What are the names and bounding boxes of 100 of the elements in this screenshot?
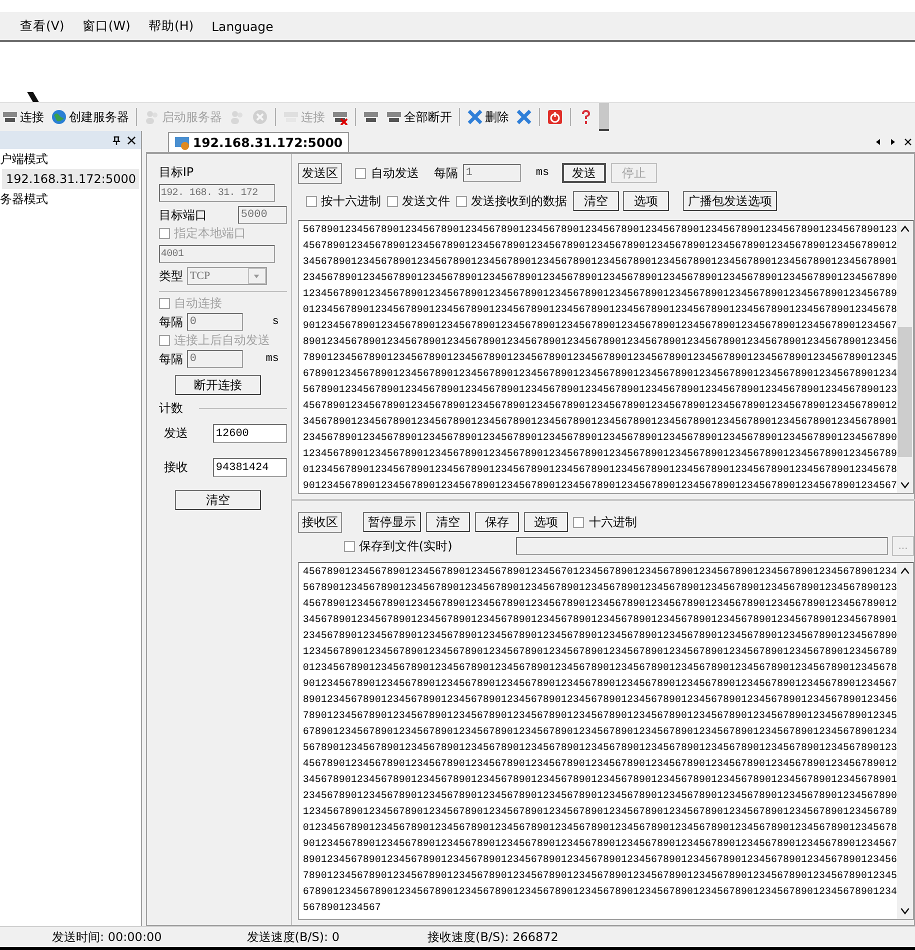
data-line: 789012345678901234567890123456789012345678901234567890123456789012345678901234567890123456789012345 [302,710,897,724]
close-icon[interactable] [904,138,912,146]
toolbar-button[interactable]: 删除 [465,106,511,128]
checkbox-label: 发送接收到的数据 [470,192,567,210]
stroke-mark [27,92,39,102]
menu-item[interactable]: 窗口(W) [82,18,130,34]
tree-item[interactable]: 务器模式 [0,189,141,209]
status-text: 发送速度(B/S): 0 [246,928,340,946]
data-line: 234567890123456789012345678901234567890123456789012345678901234567890123456789012345678901234567890 [302,790,897,804]
checkbox-label: 十六进制 [588,514,637,530]
data-line: 012345678901234567890123456789012345678901234567890123456789012345678901234567890123456789012345678 [302,822,897,836]
data-line: 567890123456789012345678901234567890123456789012345678901234567890123456789012345678901234567890123 [302,582,897,596]
action-button[interactable]: 保存 [474,512,519,532]
data-line: 678901234567890123456789012345678901234567890123456789012345678901234567890123456789012345678901234 [302,726,897,740]
data-line: 012345678901234567890123456789012345678901234567890123456789012345678901234567890123456789012345678 [302,662,897,676]
cross-icon [516,109,532,125]
data-line: 901234567890123456789012345678901234567890123456789012345678901234567890123456789012345678901234567 [302,678,897,692]
data-line: 123456789012345678901234567890123456789012345678901234567890123456789012345678901234567890123456789 [302,806,897,820]
data-line: 123456789012345678901234567890123456789012345678901234567890123456789012345678901234567890123456789 [302,288,897,302]
people-icon [229,109,245,125]
toolbar-overflow-button[interactable] [599,103,609,131]
checkbox[interactable] [354,168,366,178]
toolbar-button[interactable]: 创建服务器 [49,106,131,128]
data-line: 890123456789012345678901234567890123456789012345678901234567890123456789012345678901234567890123456 [302,336,897,350]
globe-icon [51,109,67,125]
data-line: 890123456789012345678901234567890123456789012345678901234567890123456789012345678901234567890123456 [302,694,897,708]
data-line: 456789012345678901234567890123456789012345678901234567890123456789012345678901234567890123456789012 [302,598,897,612]
field-label: 每隔 [434,164,458,182]
checkbox[interactable] [386,196,398,206]
receive-text-area[interactable] [298,562,914,920]
data-line: 123456789012345678901234567890123456789012345678901234567890123456789012345678901234567890123456789 [302,448,897,462]
close-icon[interactable] [126,136,136,144]
section-title: 发送区 [298,162,342,184]
data-line: 345678901234567890123456789012345678901234567890123456789012345678901234567890123456789012345678901 [302,416,897,430]
toolbar-button[interactable]: 连接 [0,106,46,128]
field-label: 接收 [164,459,188,476]
data-line: 234567890123456789012345678901234567890123456789012345678901234567890123456789012345678901234567890 [302,630,897,644]
data-line: 890123456789012345678901234567890123456789012345678901234567890123456789012345678901234567890123456 [302,854,897,868]
checkbox[interactable] [572,516,584,528]
data-line: 012345678901234567890123456789012345678901234567890123456789012345678901234567890123456789012345678 [302,304,897,318]
cross-icon [467,109,483,125]
power-icon [547,109,563,125]
send-text-area[interactable] [298,220,914,494]
checkbox[interactable] [456,196,467,206]
data-line: 345678901234567890123456789012345678901234567890123456789012345678901234567890123456789012345678901 [302,614,897,628]
section-title: 接收区 [298,512,342,532]
checkbox-label: 指定本地端口 [174,225,246,242]
checkbox[interactable] [344,540,355,552]
action-button[interactable]: 选项 [622,191,669,211]
data-line: 678901234567890123456789012345678901234567890123456789012345678901234567890123456789012345678901234 [302,368,897,382]
data-line: 456789012345678901234567890123456789012345670123456789012345678901234567890123456789012345678901234 [302,566,897,580]
action-button[interactable]: 暂停显示 [362,512,421,532]
data-line: 234567890123456789012345678901234567890123456789012345678901234567890123456789012345678901234567890 [302,272,897,286]
tree-item[interactable]: 户端模式 [0,149,141,169]
checkbox-label: 按十六进制 [320,192,381,210]
field-label: 类型 [158,268,183,284]
checkbox-label: 保存到文件(实时) [358,538,452,554]
scroll-thumb[interactable] [898,327,912,457]
data-line: 901234567890123456789012345678901234567890123456789012345678901234567890123456789012345678901234567 [302,838,897,852]
scrollbar[interactable] [897,221,913,493]
checkbox-label: 连接上后自动发送 [174,332,270,349]
field-label: 目标端口 [158,206,207,224]
toolbar-button[interactable]: 全部断开 [384,106,454,128]
action-button[interactable]: 选项 [524,512,568,532]
data-line: 789012345678901234567890123456789012345678901234567890123456789012345678901234567890123456789012345 [302,870,897,884]
send-button[interactable]: 发送 [562,163,606,183]
section-title: 计数 [158,400,183,417]
field-label: 目标IP [158,164,195,181]
checkbox-label: 自动连接 [174,295,222,312]
people-icon [144,109,160,125]
unit-label: s [272,316,280,328]
data-line: 012345678901234567890123456789012345678901234567890123456789012345678901234567890123456789012345678 [302,464,897,478]
data-line: 456789012345678901234567890123456789012345678901234567890123456789012345678901234567890123456789012 [302,758,897,772]
tree-item[interactable]: 192.168.31.172:5000 [2,169,140,189]
left-arrow-icon[interactable] [874,138,882,146]
data-line: 456789012345678901234567890123456789012345678901234567890123456789012345678901234567890123456789012 [302,240,897,254]
checkbox-label: 自动发送 [370,164,419,182]
pin-icon[interactable] [112,136,121,144]
data-line: 567890123456789012345678901234567890123456789012345678901234567890123456789012345678901234567890123 [302,224,897,238]
menu-item[interactable]: 查看(V) [20,18,64,34]
caret-icon [253,272,260,280]
sent-count-field[interactable]: 12600 [212,424,287,443]
menu-item[interactable]: Language [212,18,274,34]
data-line: 5678901234567 [302,902,382,916]
data-line: 345678901234567890123456789012345678901234567890123456789012345678901234567890123456789012345678901 [302,256,897,270]
clear-button[interactable]: 清空 [174,490,261,510]
action-button[interactable]: 清空 [426,512,470,532]
action-button[interactable]: 清空 [572,191,619,211]
tab[interactable]: 192.168.31.172:5000 [168,132,349,152]
menu-item[interactable]: 帮助(H) [148,18,194,34]
right-arrow-icon[interactable] [889,138,897,146]
scrollbar[interactable] [897,563,913,919]
checkbox[interactable] [306,196,317,206]
received-count-field[interactable]: 94381424 [212,458,287,477]
close-circle-icon [252,109,268,125]
data-line: 234567890123456789012345678901234567890123456789012345678901234567890123456789012345678901234567890 [302,432,897,446]
field-label: 每隔 [158,314,183,330]
data-line: 123456789012345678901234567890123456789012345678901234567890123456789012345678901234567890123456789 [302,646,897,660]
action-button[interactable]: 广播包发送选项 [682,191,777,211]
status-text: 发送时间: 00:00:00 [52,928,162,946]
